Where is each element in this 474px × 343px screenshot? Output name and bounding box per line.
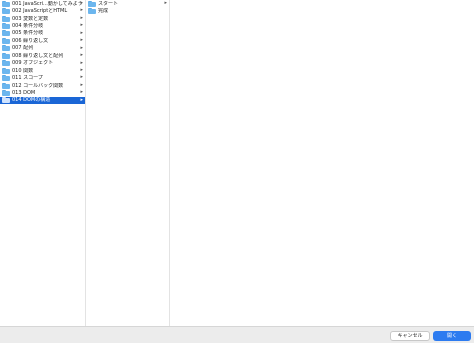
- folder-label: 008 繰り返し文と配列: [12, 52, 64, 59]
- folder-row[interactable]: 010 関数 ▸: [0, 67, 85, 74]
- folder-icon: [2, 67, 10, 74]
- folder-row[interactable]: 006 繰り返し文 ▸: [0, 37, 85, 44]
- folder-row[interactable]: 001 JavaScri...動かしてみよう ▸: [0, 0, 85, 7]
- folder-label: 013 DOM: [12, 89, 36, 96]
- folder-label: 001 JavaScri...動かしてみよう: [12, 0, 83, 7]
- chevron-right-icon: ▸: [80, 96, 83, 103]
- folder-label: 004 条件分岐: [12, 23, 44, 30]
- folder-row[interactable]: 007 配列 ▸: [0, 45, 85, 52]
- folder-icon: [2, 8, 10, 15]
- folder-icon: [2, 52, 10, 59]
- folder-row[interactable]: 008 繰り返し文と配列 ▸: [0, 52, 85, 59]
- column-browser: 001 JavaScri...動かしてみよう ▸ 002 JavaScriptとHT…: [0, 0, 474, 326]
- chevron-right-icon: ▸: [80, 52, 83, 59]
- folder-icon: [2, 97, 10, 104]
- folder-icon: [88, 8, 96, 15]
- folder-label: 完成: [98, 8, 109, 15]
- folder-label: 002 JavaScriptとHTML: [12, 8, 68, 15]
- chevron-right-icon: ▸: [80, 59, 83, 66]
- folder-label: スタート: [98, 0, 119, 7]
- folder-label: 003 変数と定数: [12, 15, 49, 22]
- chevron-right-icon: ▸: [80, 22, 83, 29]
- chevron-right-icon: ▸: [80, 81, 83, 88]
- folder-label: 011 スコープ: [12, 75, 43, 82]
- cancel-button[interactable]: キャンセル: [390, 331, 430, 341]
- folder-icon: [2, 45, 10, 52]
- folder-icon: [2, 82, 10, 89]
- folder-icon: [88, 0, 96, 7]
- chevron-right-icon: ▸: [164, 0, 167, 6]
- chevron-right-icon: ▸: [80, 66, 83, 73]
- chevron-right-icon: ▸: [80, 29, 83, 36]
- folder-row[interactable]: 003 変数と定数 ▸: [0, 15, 85, 22]
- folder-row[interactable]: 011 スコープ ▸: [0, 74, 85, 82]
- folder-icon: [2, 89, 10, 96]
- folder-icon: [2, 30, 10, 37]
- folder-icon: [2, 60, 10, 67]
- folder-icon: [2, 37, 10, 44]
- folder-label: 007 配列: [12, 45, 34, 52]
- column-2[interactable]: スタート ▸ 完成: [86, 0, 170, 326]
- chevron-right-icon: ▸: [80, 0, 83, 6]
- dialog-footer: キャンセル 開く: [0, 326, 474, 343]
- folder-label: 009 オブジェクト: [12, 60, 54, 67]
- chevron-right-icon: ▸: [80, 89, 83, 96]
- folder-label: 005 条件分岐: [12, 30, 44, 37]
- folder-label: 010 関数: [12, 67, 34, 74]
- folder-row[interactable]: 009 オブジェクト ▸: [0, 60, 85, 67]
- chevron-right-icon: ▸: [80, 74, 83, 81]
- chevron-right-icon: ▸: [80, 44, 83, 51]
- column-1[interactable]: 001 JavaScri...動かしてみよう ▸ 002 JavaScriptとHT…: [0, 0, 86, 326]
- column-3-empty: [170, 0, 474, 326]
- folder-label: 014 DOMの構造: [12, 97, 51, 104]
- chevron-right-icon: ▸: [80, 14, 83, 21]
- chevron-right-icon: ▸: [80, 7, 83, 14]
- open-button[interactable]: 開く: [433, 331, 471, 341]
- folder-row[interactable]: 004 条件分岐 ▸: [0, 22, 85, 30]
- folder-row[interactable]: 014 DOMの構造 ▸: [0, 96, 85, 105]
- folder-row[interactable]: 完成: [86, 7, 169, 15]
- folder-row[interactable]: 005 条件分岐 ▸: [0, 30, 85, 37]
- folder-label: 006 繰り返し文: [12, 37, 49, 44]
- chevron-right-icon: ▸: [80, 37, 83, 44]
- folder-icon: [2, 75, 10, 82]
- folder-label: 012 コールバック関数: [12, 82, 64, 89]
- folder-row[interactable]: 002 JavaScriptとHTML ▸: [0, 7, 85, 15]
- folder-icon: [2, 15, 10, 22]
- folder-row[interactable]: 012 コールバック関数 ▸: [0, 82, 85, 89]
- folder-row[interactable]: 013 DOM ▸: [0, 89, 85, 96]
- folder-icon: [2, 0, 10, 7]
- folder-icon: [2, 23, 10, 30]
- folder-row[interactable]: スタート ▸: [86, 0, 169, 7]
